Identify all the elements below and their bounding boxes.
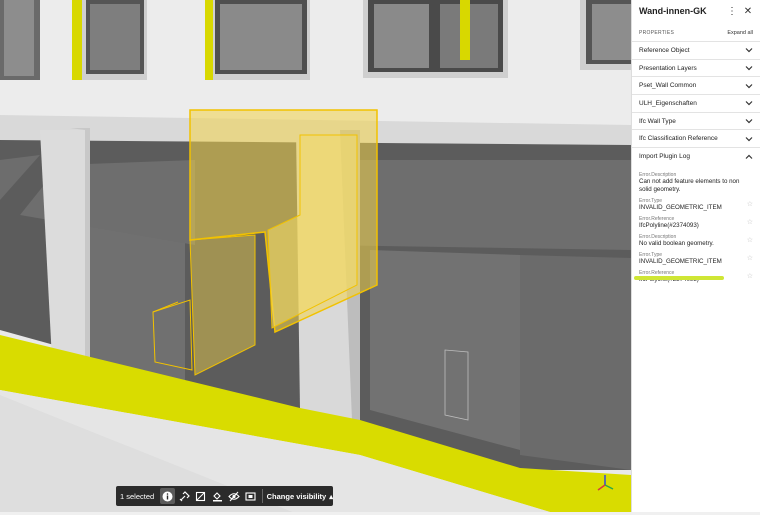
panel-header: Wand-innen-GK ⋮ ✕ xyxy=(632,0,760,22)
log-entry: Error.Reference IfcPolyline(#2374093) ☆ xyxy=(632,216,760,230)
upper-window xyxy=(0,0,40,80)
chevron-up-icon xyxy=(745,154,753,159)
section-label: Ifc Classification Reference xyxy=(639,135,718,143)
log-entry: Error.Type INVALID_GEOMETRIC_ITEM ☆ xyxy=(632,198,760,212)
section-reference-object[interactable]: Reference Object xyxy=(632,42,760,60)
section-label: Presentation Layers xyxy=(639,64,697,72)
properties-label: PROPERTIES xyxy=(639,29,675,36)
section-label: ULH_Eigenschaften xyxy=(639,99,697,107)
selection-toolbar: 1 selected Change visibility ▴ xyxy=(116,486,333,506)
chevron-down-icon xyxy=(745,66,753,71)
chevron-down-icon xyxy=(745,48,753,53)
log-entry-value: INVALID_GEOMETRIC_ITEM xyxy=(639,257,722,265)
isolate-icon[interactable] xyxy=(243,488,258,504)
caret-up-icon: ▴ xyxy=(329,491,333,501)
star-icon[interactable]: ☆ xyxy=(745,198,753,212)
log-entry-value: No valid boolean geometry. xyxy=(639,239,714,247)
section-presentation-layers[interactable]: Presentation Layers xyxy=(632,60,760,78)
log-entry-value: Can not add feature elements to non soli… xyxy=(639,177,740,193)
3d-viewport[interactable]: 1 selected Change visibility ▴ xyxy=(0,0,631,515)
change-visibility-button[interactable]: Change visibility ▴ xyxy=(267,492,333,501)
section-import-plugin-log[interactable]: Import Plugin Log xyxy=(632,148,760,166)
chevron-down-icon xyxy=(745,119,753,124)
section-label: Import Plugin Log xyxy=(639,153,690,161)
section-ulh-eigenschaften[interactable]: ULH_Eigenschaften xyxy=(632,95,760,113)
building-scene[interactable] xyxy=(0,0,631,515)
link-icon[interactable] xyxy=(177,488,192,504)
upper-window xyxy=(205,0,310,80)
selected-count: 1 selected xyxy=(120,491,155,501)
log-entry-value: INVALID_GEOMETRIC_ITEM xyxy=(639,203,722,211)
chevron-down-icon xyxy=(745,136,753,142)
change-visibility-label: Change visibility xyxy=(266,491,327,501)
section-pset-wall-common[interactable]: Pset_Wall Common xyxy=(632,77,760,96)
section-label: Reference Object xyxy=(639,46,690,54)
section-ifc-wall-type[interactable]: Ifc Wall Type xyxy=(632,113,760,131)
chevron-down-icon xyxy=(745,101,753,106)
star-icon[interactable]: ☆ xyxy=(745,270,753,284)
log-entry: Error.Description No valid boolean geome… xyxy=(632,234,760,248)
upper-window xyxy=(72,0,147,80)
panel-title: Wand-innen-GK xyxy=(639,6,707,16)
star-icon[interactable]: ☆ xyxy=(745,216,753,230)
log-entry: Error.Description Can not add feature el… xyxy=(632,172,760,194)
section-box-icon[interactable] xyxy=(193,488,208,504)
upper-window xyxy=(363,0,508,78)
toolbar-divider xyxy=(261,489,263,503)
hide-icon[interactable] xyxy=(227,488,242,504)
upper-window xyxy=(580,0,631,70)
close-icon[interactable]: ✕ xyxy=(742,6,754,17)
info-icon[interactable] xyxy=(160,488,175,504)
star-icon[interactable]: ☆ xyxy=(745,234,753,248)
annotation-highlight-mark xyxy=(634,276,724,280)
more-vertical-icon[interactable]: ⋮ xyxy=(726,6,738,17)
section-ifc-classification-reference[interactable]: Ifc Classification Reference xyxy=(632,130,760,149)
paint-icon[interactable] xyxy=(210,488,225,504)
expand-all-link[interactable]: Expand all xyxy=(727,30,753,36)
properties-header-row: PROPERTIES Expand all xyxy=(632,28,760,42)
properties-panel: Wand-innen-GK ⋮ ✕ PROPERTIES Expand all … xyxy=(631,0,760,515)
section-label: Pset_Wall Common xyxy=(639,82,697,90)
log-entry: Error.Type INVALID_GEOMETRIC_ITEM ☆ xyxy=(632,252,760,266)
log-entry-value: IfcPolyline(#2374093) xyxy=(639,221,699,229)
axis-gizmo-icon[interactable] xyxy=(595,473,615,493)
section-label: Ifc Wall Type xyxy=(639,117,676,125)
chevron-down-icon xyxy=(745,83,753,89)
star-icon[interactable]: ☆ xyxy=(745,252,753,266)
